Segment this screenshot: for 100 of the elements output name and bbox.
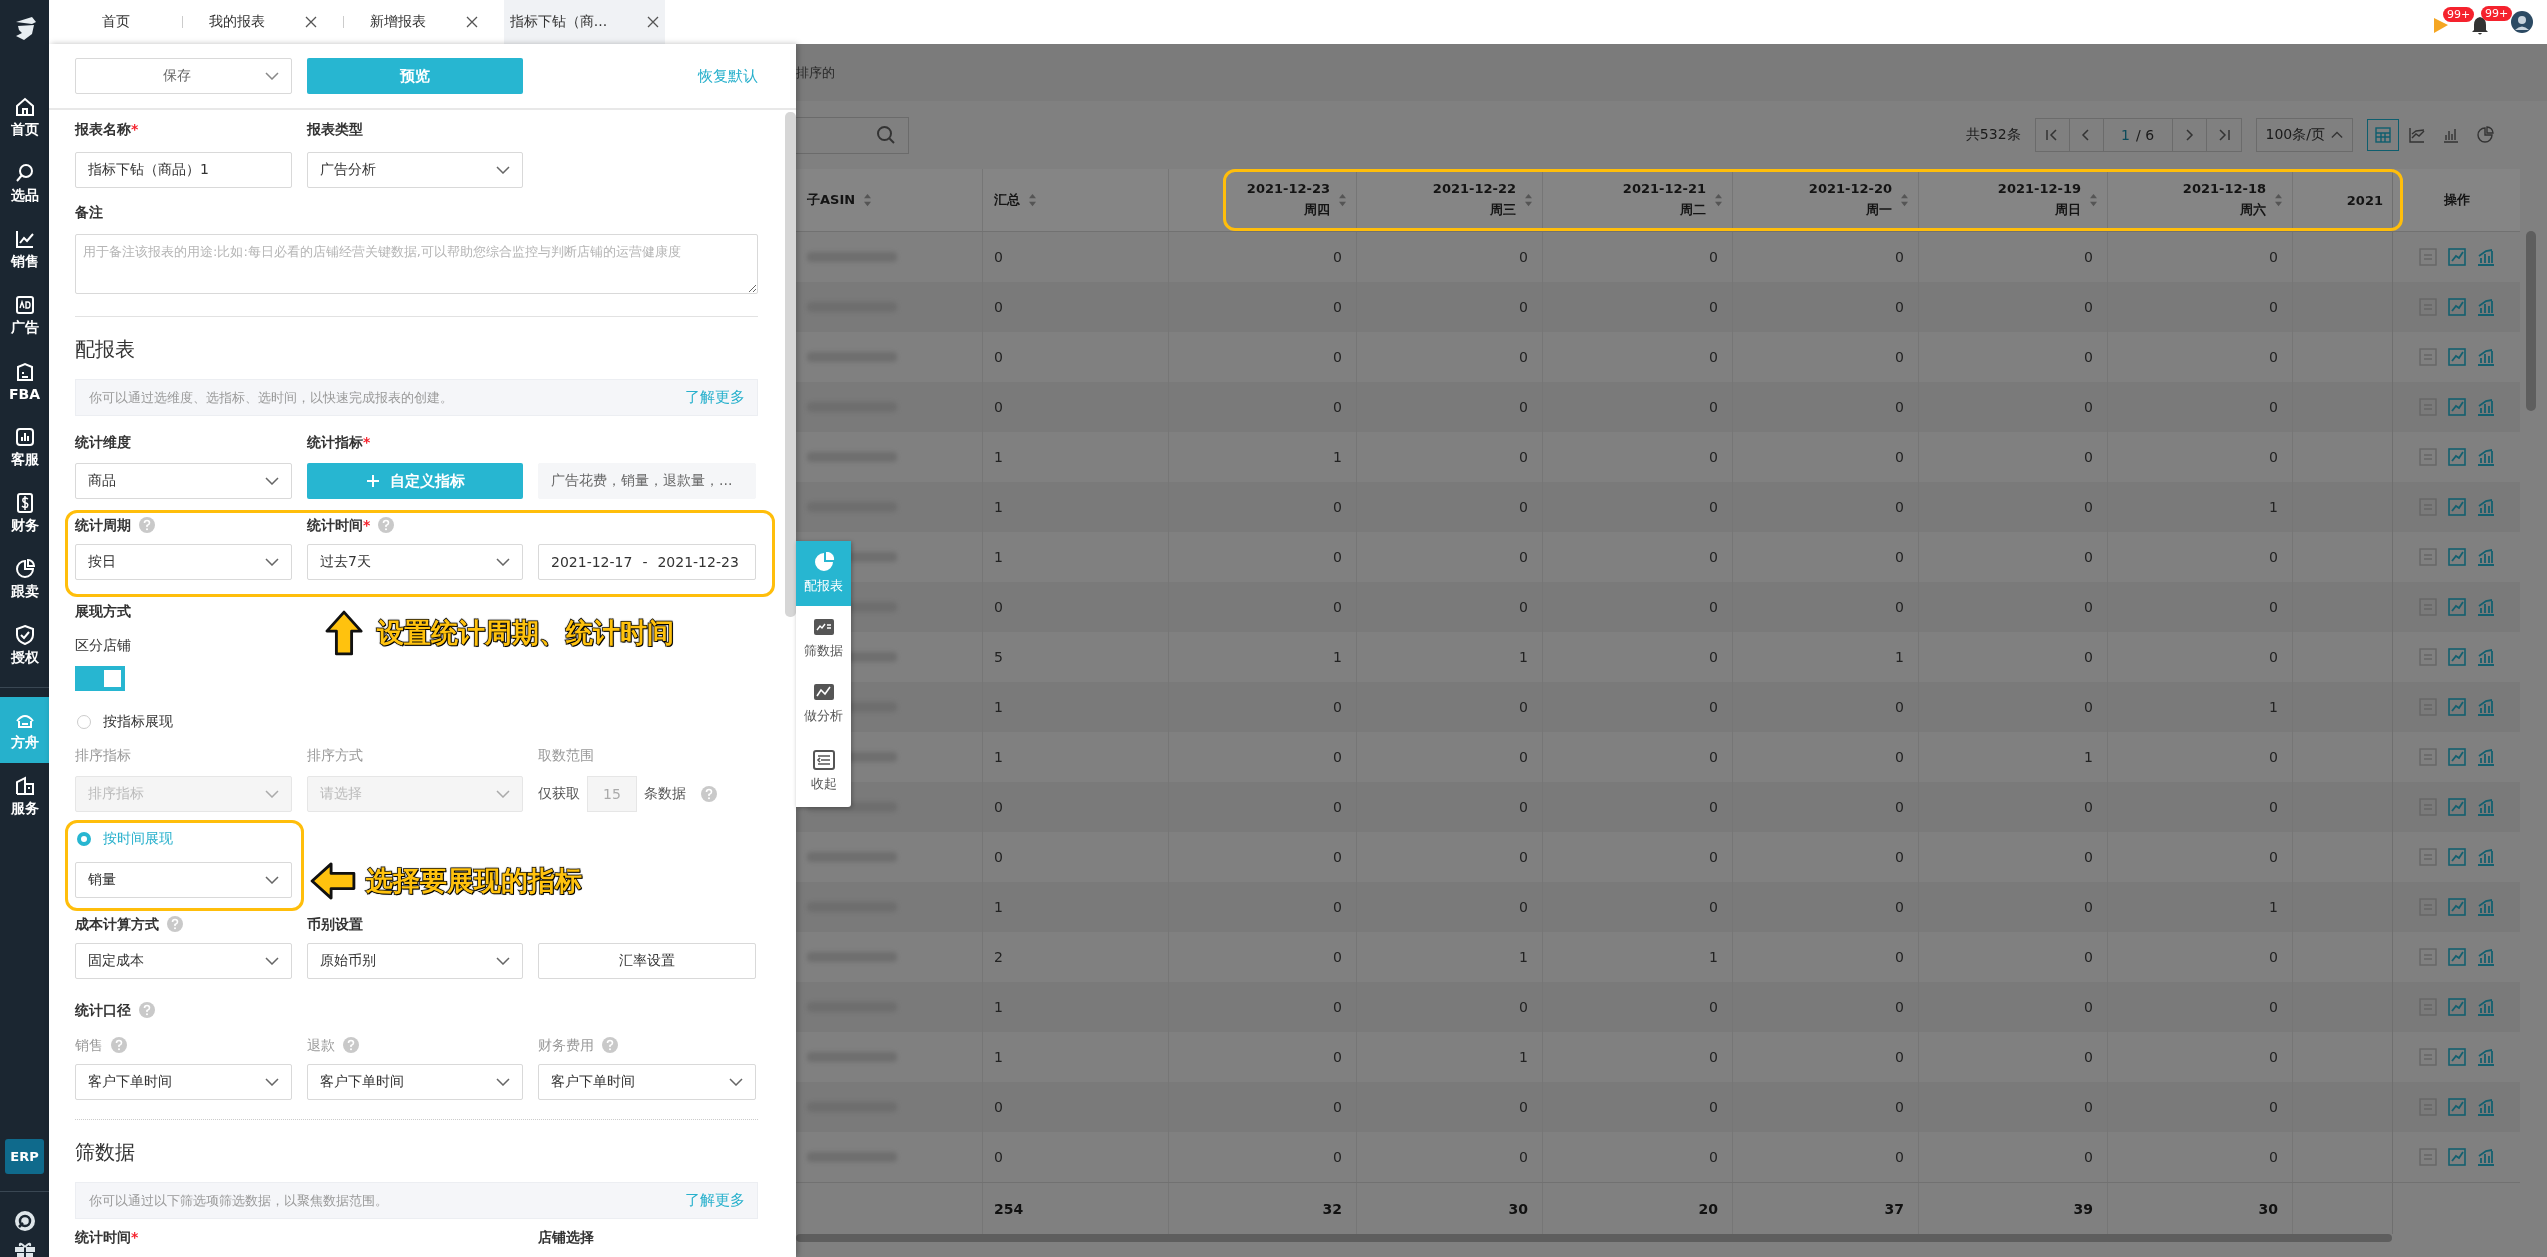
sort-icon[interactable] (2274, 193, 2283, 207)
sort-icon[interactable] (1900, 193, 1909, 207)
page-size-select[interactable]: 100条/页 (2255, 118, 2353, 152)
page-tab[interactable]: 我的报表 (182, 0, 343, 44)
headset-icon[interactable] (12, 1209, 37, 1233)
line-chart-icon[interactable] (2447, 1048, 2466, 1066)
cost-method-select[interactable]: 固定成本 (75, 943, 292, 979)
line-chart-icon[interactable] (2447, 798, 2466, 816)
column-header[interactable]: 2021 (2293, 169, 2392, 231)
search-field[interactable] (796, 116, 909, 154)
line-chart-icon[interactable] (2447, 1098, 2466, 1116)
nav-item[interactable]: 跟卖 (0, 546, 49, 612)
help-icon[interactable] (602, 1037, 618, 1053)
column-header[interactable]: 2021-12-21 周二 (1543, 169, 1733, 231)
bar-chart-icon[interactable] (2476, 698, 2495, 716)
side-tab[interactable]: 做分析 (796, 671, 851, 736)
nav-item[interactable]: 销售 (0, 216, 49, 282)
bar-chart-icon[interactable] (2476, 748, 2495, 766)
line-chart-icon[interactable] (2447, 598, 2466, 616)
dimension-select[interactable]: 商品 (75, 463, 292, 499)
period-select[interactable]: 按日 (75, 544, 292, 580)
caliber-select[interactable]: 客户下单时间 (307, 1064, 523, 1100)
sort-icon[interactable] (1028, 193, 1037, 207)
column-header[interactable]: 2021-12-18 周六 (2108, 169, 2293, 231)
scrollbar[interactable] (785, 112, 796, 617)
nav-item[interactable]: 财务 (0, 480, 49, 546)
table-view-button[interactable] (2367, 119, 2399, 151)
vertical-scrollbar[interactable] (2526, 231, 2536, 411)
metrics-summary-field[interactable]: 广告花费，销量，退款量，... (538, 463, 756, 499)
bar-chart-icon[interactable] (2476, 1048, 2495, 1066)
side-tab[interactable]: 筛数据 (796, 606, 851, 671)
note-textarea[interactable]: 用于备注该报表的用途:比如:每日必看的店铺经营关键数据,可以帮助您综合监控与判断店铺的运营健康度 (75, 234, 758, 294)
close-icon[interactable] (465, 16, 478, 28)
list-icon[interactable] (2418, 948, 2437, 966)
line-chart-icon[interactable] (2447, 698, 2466, 716)
page-tab[interactable]: 首页 (49, 0, 182, 44)
display-metric-select[interactable]: 销量 (75, 862, 292, 898)
bar-chart-icon[interactable] (2476, 348, 2495, 366)
line-chart-icon[interactable] (2447, 948, 2466, 966)
line-chart-icon[interactable] (2447, 848, 2466, 866)
bell-icon[interactable] (2471, 15, 2489, 36)
list-icon[interactable] (2418, 1048, 2437, 1066)
side-tab[interactable]: 收起 (796, 736, 851, 807)
line-chart-icon[interactable] (2447, 748, 2466, 766)
close-icon[interactable] (304, 16, 317, 28)
list-icon[interactable] (2418, 348, 2437, 366)
help-icon[interactable] (111, 1037, 127, 1053)
column-header[interactable]: 2021-12-20 周一 (1733, 169, 1919, 231)
column-header[interactable]: 汇总 (983, 169, 1169, 231)
line-chart-icon[interactable] (2447, 348, 2466, 366)
bar-chart-icon[interactable] (2476, 248, 2495, 266)
currency-select[interactable]: 原始币别 (307, 943, 523, 979)
page-tab[interactable]: 指标下钻（商... (504, 0, 665, 44)
page-tab[interactable]: 新增报表 (343, 0, 504, 44)
column-header[interactable]: 子ASIN (796, 169, 983, 231)
list-icon[interactable] (2418, 848, 2437, 866)
sort-icon[interactable] (1524, 193, 1533, 207)
save-select[interactable]: 保存 (75, 58, 292, 94)
nav-item[interactable]: FBA (0, 348, 49, 414)
column-header[interactable]: 操作 (2392, 169, 2520, 231)
list-icon[interactable] (2418, 548, 2437, 566)
horizontal-scrollbar[interactable] (796, 1234, 2392, 1242)
bar-chart-icon[interactable] (2476, 1148, 2495, 1166)
bar-chart-icon[interactable] (2476, 998, 2495, 1016)
bar-chart-icon[interactable] (2476, 298, 2495, 316)
help-icon[interactable] (139, 517, 155, 533)
nav-item[interactable]: 广告 (0, 282, 49, 348)
avatar-icon[interactable] (2511, 11, 2533, 33)
sort-icon[interactable] (1338, 193, 1347, 207)
line-chart-icon[interactable] (2447, 248, 2466, 266)
help-icon[interactable] (701, 786, 717, 802)
time-preset-select[interactable]: 过去7天 (307, 544, 523, 580)
line-chart-icon[interactable] (2447, 498, 2466, 516)
caliber-select[interactable]: 客户下单时间 (75, 1064, 292, 1100)
line-chart-icon[interactable] (2447, 548, 2466, 566)
line-chart-icon[interactable] (2447, 448, 2466, 466)
bar-chart-icon[interactable] (2476, 548, 2495, 566)
list-icon[interactable] (2418, 248, 2437, 266)
list-icon[interactable] (2418, 748, 2437, 766)
help-icon[interactable] (167, 916, 183, 932)
nav-item[interactable]: 首页 (0, 84, 49, 150)
column-header[interactable]: 2021-12-22 周三 (1357, 169, 1543, 231)
list-icon[interactable] (2418, 648, 2437, 666)
column-header[interactable]: 2021-12-19 周日 (1919, 169, 2108, 231)
list-icon[interactable] (2418, 1148, 2437, 1166)
list-icon[interactable] (2418, 448, 2437, 466)
exchange-rate-button[interactable]: 汇率设置 (538, 943, 756, 979)
line-chart-icon[interactable] (2447, 298, 2466, 316)
line-chart-icon[interactable] (2447, 398, 2466, 416)
bar-chart-icon[interactable] (2476, 648, 2495, 666)
bar-chart-icon[interactable] (2476, 1098, 2495, 1116)
line-chart-icon[interactable] (2447, 998, 2466, 1016)
sort-icon[interactable] (2089, 193, 2098, 207)
erp-badge[interactable]: ERP (5, 1139, 44, 1174)
bar-chart-icon[interactable] (2476, 898, 2495, 916)
line-chart-icon[interactable] (2447, 898, 2466, 916)
nav-item[interactable]: 授权 (0, 612, 49, 678)
help-icon[interactable] (378, 517, 395, 533)
nav-item[interactable]: 选品 (0, 150, 49, 216)
flag-icon[interactable] (2433, 16, 2449, 35)
